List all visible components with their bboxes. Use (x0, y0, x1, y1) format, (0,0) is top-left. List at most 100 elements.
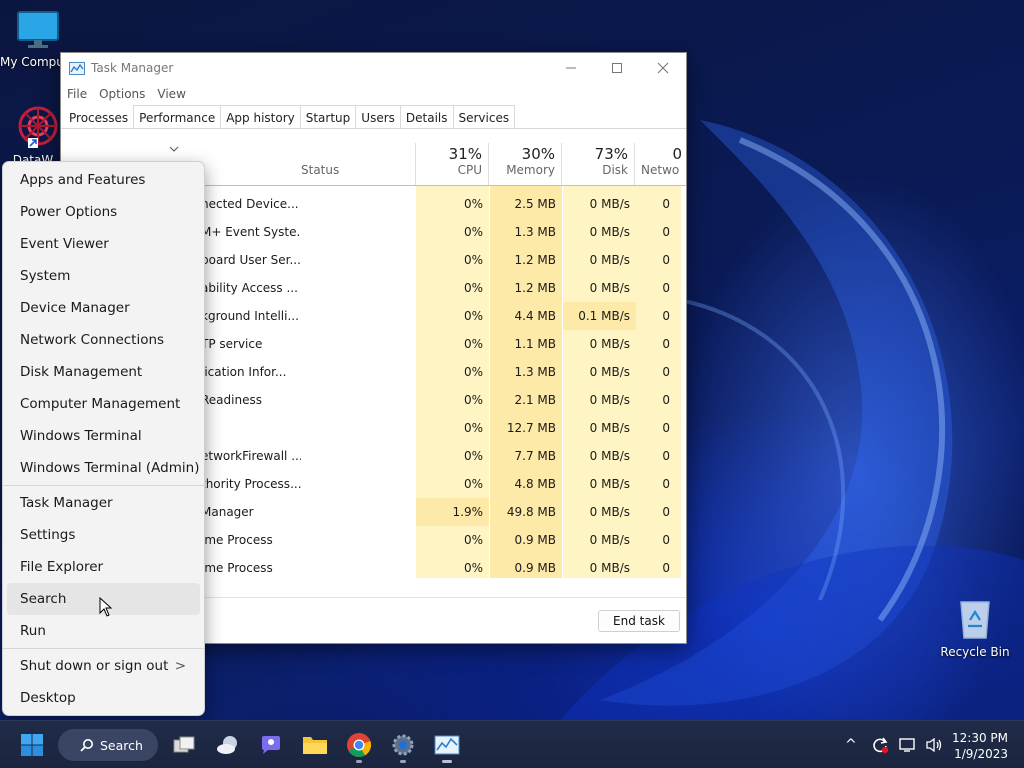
menu-view[interactable]: View (157, 87, 185, 101)
menu-item-disk-management[interactable]: Disk Management (7, 356, 200, 388)
tab-startup[interactable]: Startup (299, 105, 357, 128)
menu-item-windows-terminal-admin[interactable]: Windows Terminal (Admin) (7, 452, 200, 484)
network-value: 0 (662, 197, 670, 211)
tab-services[interactable]: Services (452, 105, 516, 128)
menu-item-computer-management[interactable]: Computer Management (7, 388, 200, 420)
process-name: lication Infor... (201, 365, 287, 379)
menu-item-settings[interactable]: Settings (7, 519, 200, 551)
column-header-cpu[interactable]: 31% CPU (416, 143, 489, 185)
menu-item-label: Shut down or sign out (20, 658, 169, 674)
menu-item-label: Disk Management (20, 364, 143, 380)
menu-item-apps-and-features[interactable]: Apps and Features (7, 164, 200, 196)
network-icon[interactable] (899, 737, 917, 753)
tray-overflow-chevron-icon[interactable]: ^ (845, 737, 857, 753)
process-name: ime Process (201, 561, 273, 575)
end-task-button[interactable]: End task (598, 610, 680, 632)
cpu-value: 0% (463, 421, 483, 435)
cpu-value: 0% (463, 561, 483, 575)
update-icon[interactable] (871, 736, 889, 754)
widgets-button[interactable] (212, 729, 244, 761)
process-name: thority Process... (201, 477, 301, 491)
menu-item-task-manager[interactable]: Task Manager (7, 487, 200, 519)
task-manager-taskbar-button[interactable] (431, 729, 463, 763)
menu-item-run[interactable]: Run (7, 615, 200, 647)
column-header-network[interactable]: 0 Netwo (635, 143, 686, 185)
memory-value: 2.5 MB (514, 197, 556, 211)
process-name: TP service (201, 337, 263, 351)
gear-icon (392, 734, 414, 756)
menu-item-event-viewer[interactable]: Event Viewer (7, 228, 200, 260)
folder-icon (303, 737, 327, 754)
menu-item-device-manager[interactable]: Device Manager (7, 292, 200, 324)
memory-value: 49.8 MB (506, 505, 556, 519)
clock-time: 12:30 PM (952, 731, 1008, 745)
network-value: 0 (662, 449, 670, 463)
start-button[interactable] (16, 729, 48, 761)
column-header-status[interactable]: Status (296, 143, 416, 185)
menu-file[interactable]: File (67, 87, 87, 101)
tab-details[interactable]: Details (399, 105, 454, 128)
maximize-button[interactable] (594, 53, 640, 83)
process-name: ime Process (201, 533, 273, 547)
cpu-value: 0% (463, 197, 483, 211)
disk-value: 0 MB/s (589, 477, 630, 491)
file-explorer-button[interactable] (299, 729, 331, 761)
menu-options[interactable]: Options (99, 87, 145, 101)
memory-value: 1.2 MB (514, 281, 556, 295)
menu-item-label: Settings (20, 527, 76, 543)
taskbar: Search ^ 12:30 PM 1/9/2023 (0, 720, 1024, 768)
submenu-chevron-icon: > (174, 658, 186, 674)
process-name (201, 414, 301, 442)
chat-button[interactable] (255, 729, 287, 761)
menu-item-label: System (20, 268, 71, 284)
task-view-button[interactable] (168, 729, 200, 761)
column-header-disk[interactable]: 73% Disk (562, 143, 635, 185)
cpu-value: 0% (463, 477, 483, 491)
minimize-button[interactable] (548, 53, 594, 83)
task-manager-icon (69, 61, 85, 75)
settings-button[interactable] (387, 729, 419, 763)
column-header-memory[interactable]: 30% Memory (489, 143, 562, 185)
task-manager-icon (434, 735, 460, 755)
cpu-value: 0% (463, 253, 483, 267)
sort-chevron-icon[interactable] (169, 145, 179, 153)
memory-value: 1.3 MB (514, 225, 556, 239)
tab-processes[interactable]: Processes (63, 105, 135, 128)
menu-item-desktop[interactable]: Desktop (7, 682, 200, 714)
cpu-value: 0% (463, 337, 483, 351)
minimize-icon (566, 67, 576, 69)
memory-value: 0.9 MB (514, 533, 556, 547)
process-name: Readiness (201, 393, 262, 407)
running-indicator (400, 760, 406, 763)
close-button[interactable] (640, 53, 686, 83)
tab-users[interactable]: Users (355, 105, 401, 128)
memory-value: 4.8 MB (514, 477, 556, 491)
taskbar-search[interactable]: Search (58, 729, 158, 761)
process-name: Manager (201, 505, 254, 519)
speaker-icon[interactable] (925, 737, 943, 753)
tab-performance[interactable]: Performance (133, 105, 222, 128)
taskbar-clock[interactable]: 12:30 PM 1/9/2023 (952, 730, 1008, 762)
menu-item-shut-down-or-sign-out[interactable]: Shut down or sign out > (7, 650, 200, 682)
menu-item-network-connections[interactable]: Network Connections (7, 324, 200, 356)
chrome-button[interactable] (343, 729, 375, 763)
chat-icon (262, 736, 280, 754)
disk-value: 0 MB/s (589, 533, 630, 547)
network-value: 0 (662, 281, 670, 295)
network-value: 0 (662, 477, 670, 491)
menu-item-windows-terminal[interactable]: Windows Terminal (7, 420, 200, 452)
menu-item-power-options[interactable]: Power Options (7, 196, 200, 228)
system-tray: ^ (845, 721, 943, 768)
desktop-icon-recycle-bin[interactable]: Recycle Bin (937, 596, 1013, 659)
menu-item-label: Task Manager (20, 495, 113, 511)
network-value: 0 (662, 533, 670, 547)
tab-app-history[interactable]: App history (220, 105, 301, 128)
menu-item-label: Apps and Features (20, 172, 146, 188)
winx-context-menu: Apps and Features Power Options Event View… (2, 161, 205, 716)
title-bar[interactable]: Task Manager (61, 53, 686, 83)
running-indicator (356, 760, 362, 763)
cpu-value: 0% (463, 449, 483, 463)
menu-item-system[interactable]: System (7, 260, 200, 292)
menu-item-file-explorer[interactable]: File Explorer (7, 551, 200, 583)
disk-value: 0 MB/s (589, 421, 630, 435)
